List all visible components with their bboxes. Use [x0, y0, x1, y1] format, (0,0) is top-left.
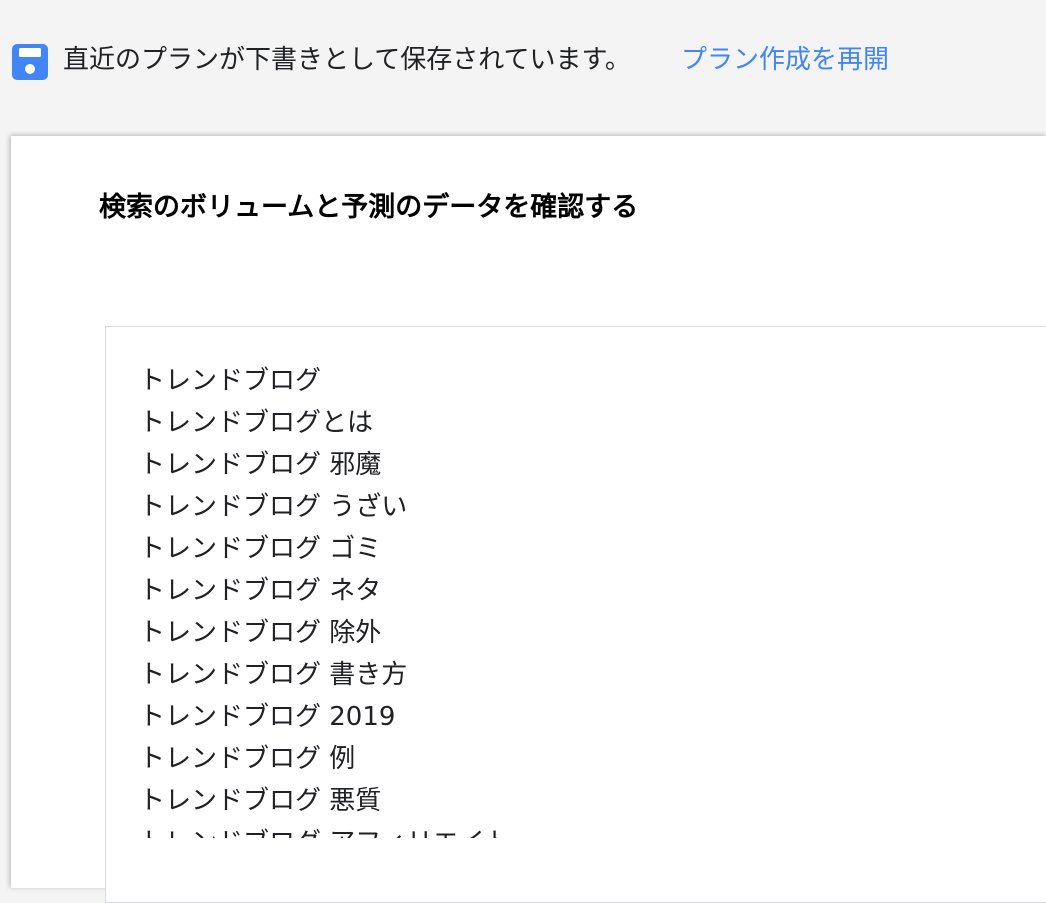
draft-saved-message: 直近のプランが下書きとして保存されています。: [63, 45, 631, 75]
keyword-line: トレンドブログ 書き方: [139, 660, 408, 690]
keyword-line: トレンドブログ 除外: [139, 618, 382, 648]
keyword-line: トレンドブログ 2019: [139, 702, 396, 732]
keyword-line: トレンドブログ 例: [139, 744, 356, 774]
save-icon: [12, 44, 48, 80]
keyword-line: トレンドブログ ゴミ: [139, 534, 382, 564]
keyword-line: トレンドブログとは: [139, 408, 374, 438]
keyword-line: トレンドブログ: [139, 366, 322, 396]
keywords-list: トレンドブログ トレンドブログとは トレンドブログ 邪魔 トレンドブログ うざい トレン…: [139, 360, 1019, 838]
resume-plan-link[interactable]: プラン作成を再開: [681, 40, 889, 80]
keyword-line: トレンドブログ アフィリエイト: [139, 822, 1019, 838]
keyword-line: トレンドブログ うざい: [139, 492, 408, 522]
draft-saved-banner: 直近のプランが下書きとして保存されています。 プラン作成を再開: [0, 0, 1046, 120]
card-title: 検索のボリュームと予測のデータを確認する: [99, 192, 639, 223]
keyword-line: トレンドブログ 邪魔: [139, 450, 382, 480]
keyword-line: トレンドブログ ネタ: [139, 576, 382, 606]
keyword-card: 検索のボリュームと予測のデータを確認する トレンドブログ トレンドブログとは トレン…: [11, 136, 1046, 903]
keyword-line: トレンドブログ 悪質: [139, 786, 382, 816]
keywords-textarea[interactable]: トレンドブログ トレンドブログとは トレンドブログ 邪魔 トレンドブログ うざい トレン…: [105, 326, 1046, 903]
